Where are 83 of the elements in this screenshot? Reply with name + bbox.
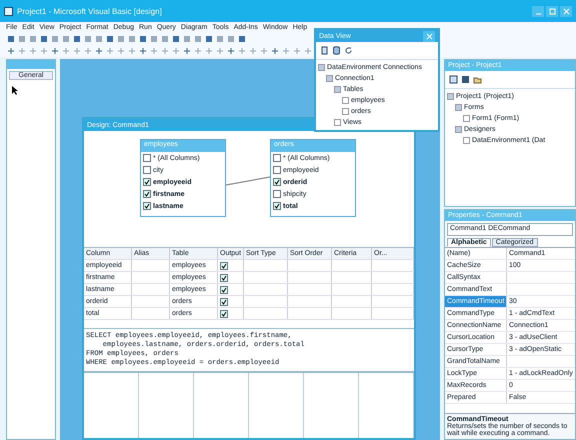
toolbar-button[interactable]: [204, 34, 214, 44]
checkbox[interactable]: [143, 190, 151, 198]
close-button[interactable]: [423, 30, 435, 42]
toolbar-button[interactable]: [127, 46, 137, 56]
toolbar-button[interactable]: [72, 34, 82, 44]
checkbox[interactable]: [220, 286, 228, 294]
toolbar-button[interactable]: [50, 34, 60, 44]
close-icon: [426, 32, 432, 40]
toolbar-button[interactable]: [6, 46, 16, 56]
view-code-icon[interactable]: [449, 75, 458, 84]
toolbar-button[interactable]: [193, 34, 203, 44]
toolbar-button[interactable]: [171, 34, 181, 44]
toolbar-button[interactable]: [226, 34, 236, 44]
refresh-icon[interactable]: [344, 46, 353, 55]
database-icon[interactable]: [332, 46, 341, 55]
maximize-button[interactable]: [546, 6, 558, 16]
maximize-icon: [548, 8, 556, 14]
toolbar-button[interactable]: [237, 46, 247, 56]
toolbar-button[interactable]: [149, 34, 159, 44]
join-line: [226, 175, 270, 187]
toolbar-button[interactable]: [28, 46, 38, 56]
toolbar-button[interactable]: [259, 46, 269, 56]
toolbar-button[interactable]: [149, 46, 159, 56]
app-icon: [4, 6, 13, 16]
checkbox[interactable]: [273, 202, 281, 210]
toolbar-button[interactable]: [292, 46, 302, 56]
close-button[interactable]: [560, 6, 572, 16]
checkbox[interactable]: [220, 298, 228, 306]
toolbar-button[interactable]: [127, 34, 137, 44]
toolbar-button[interactable]: [160, 34, 170, 44]
toolbar-button[interactable]: [138, 46, 148, 56]
folder-icon[interactable]: [473, 75, 482, 84]
checkbox[interactable]: [143, 166, 151, 174]
toolbar-button[interactable]: [116, 34, 126, 44]
toolbar-button[interactable]: [94, 46, 104, 56]
pointer-icon[interactable]: [11, 85, 19, 95]
view-object-icon[interactable]: [461, 75, 470, 84]
toolbar-button[interactable]: [204, 46, 214, 56]
toolbar-button[interactable]: [72, 46, 82, 56]
toolbar-button[interactable]: [248, 46, 258, 56]
toolbar-button[interactable]: [116, 46, 126, 56]
window-title: Project1 - Microsoft Visual Basic [design]: [17, 6, 162, 16]
toolbar-button[interactable]: [50, 46, 60, 56]
toolbar-button[interactable]: [61, 46, 71, 56]
toolbar-button[interactable]: [94, 34, 104, 44]
checkbox[interactable]: [220, 262, 228, 270]
toolbar-button[interactable]: [182, 34, 192, 44]
toolbar-button[interactable]: [237, 34, 247, 44]
toolbar-button[interactable]: [182, 46, 192, 56]
toolbar-button[interactable]: [28, 34, 38, 44]
panel-title-bar: [7, 60, 55, 69]
toolbar-button[interactable]: [215, 34, 225, 44]
toolbar-button[interactable]: [193, 46, 203, 56]
toolbar-button[interactable]: [281, 46, 291, 56]
toolbar-button[interactable]: [61, 34, 71, 44]
toolbar-button[interactable]: [105, 34, 115, 44]
checkbox[interactable]: [273, 154, 281, 162]
checkbox[interactable]: [220, 310, 228, 318]
toolbar-button[interactable]: [39, 34, 49, 44]
toolbar-button[interactable]: [17, 34, 27, 44]
close-icon: [562, 8, 570, 14]
toolbar-button[interactable]: [215, 46, 225, 56]
toolbar-button[interactable]: [83, 46, 93, 56]
checkbox[interactable]: [143, 154, 151, 162]
checkbox[interactable]: [273, 166, 281, 174]
toolbar-button[interactable]: [39, 46, 49, 56]
toolbar-button[interactable]: [160, 46, 170, 56]
checkbox[interactable]: [273, 178, 281, 186]
checkbox[interactable]: [220, 274, 228, 282]
toolbar-button[interactable]: [83, 34, 93, 44]
toolbar-button[interactable]: [105, 46, 115, 56]
toolbar-button[interactable]: [6, 34, 16, 44]
toolbar-button[interactable]: [17, 46, 27, 56]
toolbar-button[interactable]: [270, 46, 280, 56]
checkbox[interactable]: [273, 190, 281, 198]
toolbar-button[interactable]: [171, 46, 181, 56]
minimize-button[interactable]: [532, 6, 544, 16]
toolbar-button[interactable]: [303, 46, 313, 56]
checkbox[interactable]: [143, 202, 151, 210]
toolbar-button[interactable]: [138, 34, 148, 44]
connection-icon[interactable]: [320, 46, 329, 55]
checkbox[interactable]: [143, 178, 151, 186]
toolbar-button[interactable]: [226, 46, 236, 56]
